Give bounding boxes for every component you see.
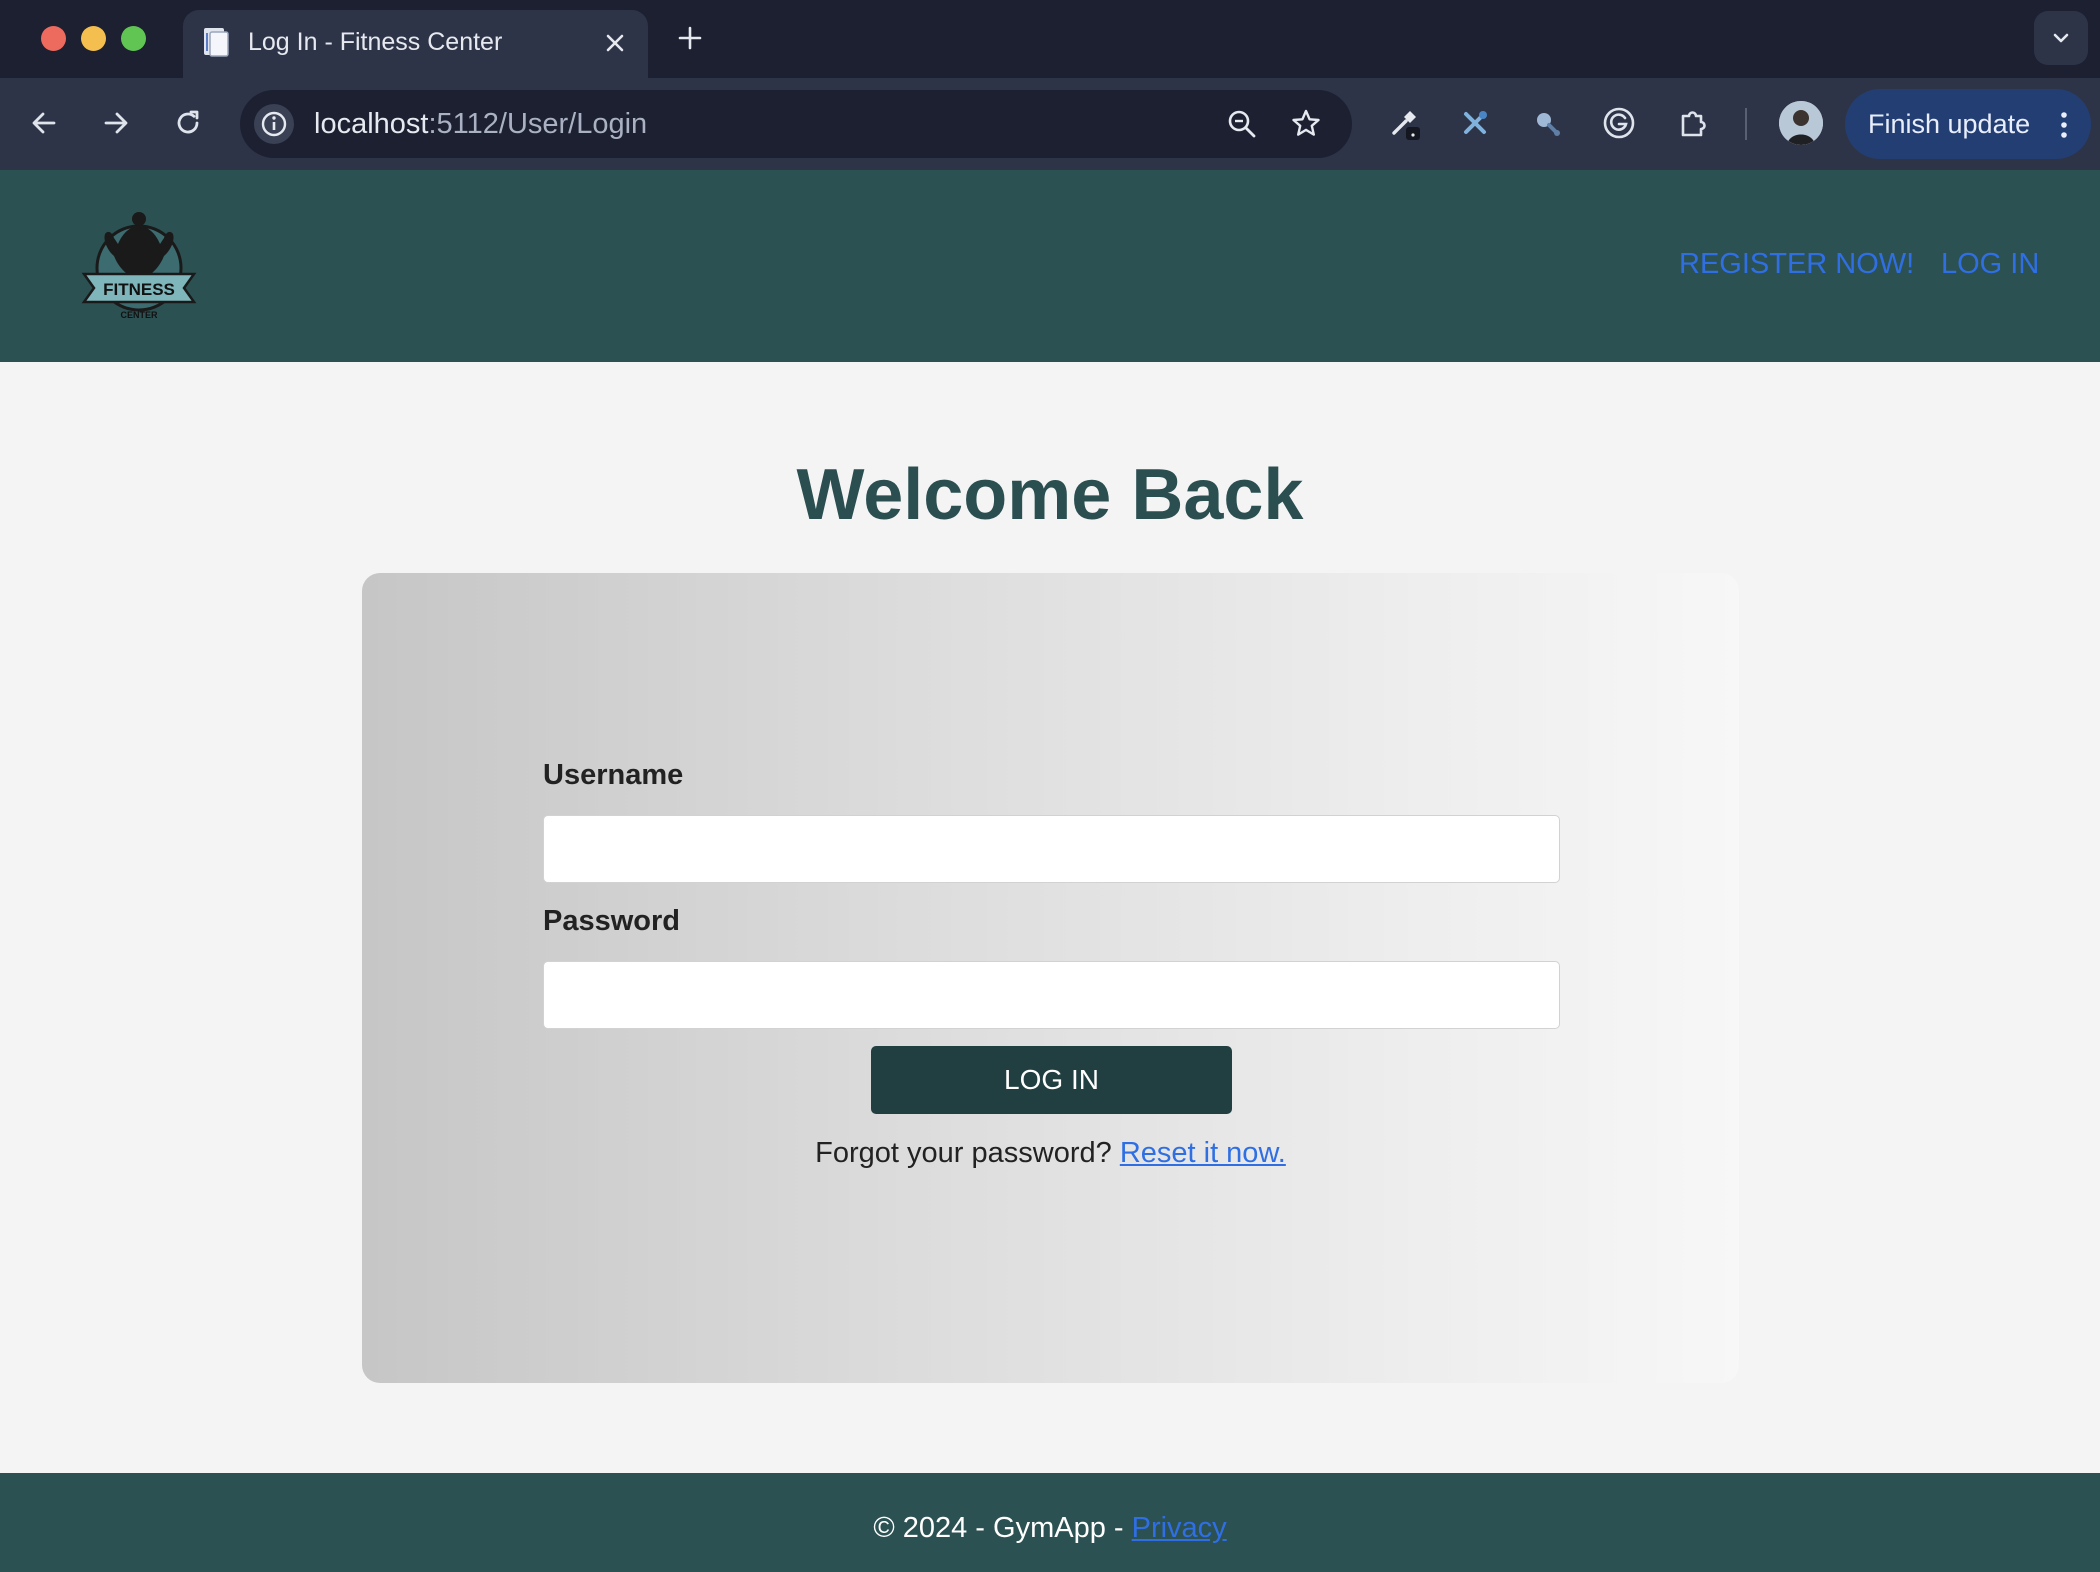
tab-title: Log In - Fitness Center (248, 28, 503, 56)
login-card: Username Password LOG IN Forgot your pas… (362, 573, 1739, 1383)
browser-tab-bar: Log In - Fitness Center (0, 0, 2100, 78)
reset-password-link[interactable]: Reset it now. (1120, 1137, 1286, 1169)
browser-tab-active[interactable]: Log In - Fitness Center (183, 10, 648, 78)
window-maximize-button[interactable] (121, 26, 146, 51)
logo-text: FITNESS (103, 280, 175, 299)
vertical-dots-icon (2061, 112, 2067, 138)
info-icon[interactable] (254, 104, 294, 144)
window-close-button[interactable] (41, 26, 66, 51)
plus-icon[interactable] (672, 20, 708, 56)
register-now-link[interactable]: REGISTER NOW! (1679, 244, 1914, 284)
password-input[interactable] (543, 961, 1560, 1029)
update-label: Finish update (1868, 109, 2031, 139)
chevron-down-icon (2053, 33, 2069, 43)
page-title: Welcome Back (796, 455, 1304, 535)
eyedropper-extension-icon[interactable] (1381, 100, 1427, 146)
window-minimize-button[interactable] (81, 26, 106, 51)
arrow-right-icon (104, 112, 128, 134)
close-icon[interactable] (600, 28, 630, 58)
site-header: FITNESS CENTER REGISTER NOW! LOG IN (0, 170, 2100, 362)
forgot-password-text: Forgot your password? (815, 1137, 1112, 1169)
tools-extension-icon[interactable] (1452, 100, 1498, 146)
document-icon (199, 25, 233, 59)
address-bar[interactable]: localhost:5112/User/Login (240, 90, 1352, 158)
puzzle-extensions-icon[interactable] (1670, 100, 1716, 146)
tab-search-button[interactable] (2034, 11, 2088, 65)
reload-icon (177, 110, 199, 134)
password-label: Password (543, 905, 680, 937)
toolbar-divider (1745, 108, 1747, 140)
logo-subtext: CENTER (120, 310, 158, 320)
header-login-link[interactable]: LOG IN (1941, 244, 2039, 284)
star-icon[interactable] (1288, 106, 1324, 142)
username-label: Username (543, 759, 684, 791)
grammarly-extension-icon[interactable] (1596, 100, 1642, 146)
search-extension-icon[interactable] (1524, 100, 1570, 146)
forward-button[interactable] (93, 100, 139, 146)
zoom-out-icon[interactable] (1224, 106, 1260, 142)
copyright-text: © 2024 - GymApp - (873, 1512, 1132, 1544)
browser-toolbar: localhost:5112/User/Login Finish update (0, 78, 2100, 170)
fitness-center-logo[interactable]: FITNESS CENTER (78, 204, 200, 326)
forgot-password-row: Forgot your password? Reset it now. (362, 1133, 1739, 1173)
url-path: :5112/User/Login (428, 108, 648, 140)
arrow-left-icon (32, 112, 56, 134)
url-text[interactable]: localhost:5112/User/Login (314, 104, 647, 144)
footer-copyright: © 2024 - GymApp - Privacy (0, 1508, 2100, 1548)
finish-update-button[interactable]: Finish update (1845, 89, 2091, 159)
username-input[interactable] (543, 815, 1560, 883)
site-footer: © 2024 - GymApp - Privacy (0, 1473, 2100, 1572)
privacy-link[interactable]: Privacy (1132, 1512, 1227, 1544)
back-button[interactable] (21, 100, 67, 146)
url-host: localhost (314, 108, 429, 140)
profile-avatar[interactable] (1779, 101, 1823, 145)
login-submit-button[interactable]: LOG IN (871, 1046, 1232, 1114)
reload-button[interactable] (165, 100, 211, 146)
